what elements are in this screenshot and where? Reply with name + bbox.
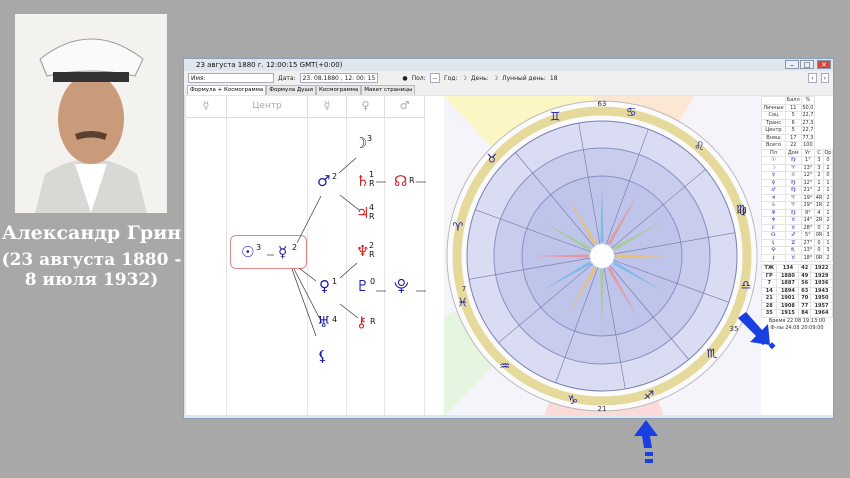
arrow-icon	[738, 312, 776, 350]
arrow-icon	[634, 420, 658, 463]
annotation-arrows	[634, 312, 776, 463]
